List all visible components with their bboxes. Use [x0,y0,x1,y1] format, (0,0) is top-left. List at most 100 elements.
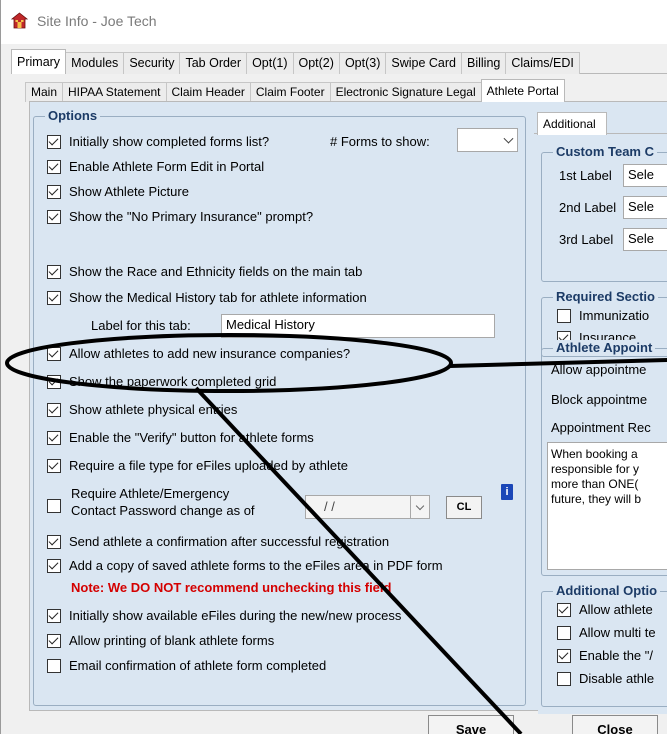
allow-printing-blank-label: Allow printing of blank athlete forms [69,633,275,648]
email-confirmation-checkbox[interactable] [47,658,61,673]
allow-add-insurance-label: Allow athletes to add new insurance comp… [69,346,351,361]
close-button[interactable]: Close [572,715,658,734]
warning-note: Note: We DO NOT recommend unchecking thi… [71,580,392,595]
add-copy-saved-forms-checkbox[interactable] [47,558,61,573]
primary-tab-strip: Primary Modules Security Tab Order Opt(1… [11,49,667,74]
allow-add-insurance-row[interactable]: Allow athletes to add new insurance comp… [47,346,350,361]
initially-show-completed-row[interactable]: Initially show completed forms list? [47,134,269,149]
send-confirmation-label: Send athlete a confirmation after succes… [69,534,390,549]
enable-verify-button-checkbox[interactable] [47,430,61,445]
appointment-text-line: future, they will b [551,492,642,506]
allow-multi-checkbox[interactable] [557,625,571,640]
site-info-window: Site Info - Joe Tech Primary Modules Sec… [0,0,667,734]
initially-show-completed-checkbox[interactable] [47,134,61,149]
tab-billing[interactable]: Billing [461,52,507,74]
tab-claim-header[interactable]: Claim Header [165,82,251,102]
appointment-text-line: more than ONE( [551,477,639,491]
show-paperwork-grid-label: Show the paperwork completed grid [69,374,277,389]
require-password-change-checkbox[interactable] [47,499,61,513]
enable-verify-button-label: Enable the "Verify" button for athlete f… [69,430,314,445]
tab-opt1[interactable]: Opt(1) [246,52,294,74]
initially-show-completed-label: Initially show completed forms list? [69,134,270,149]
tab-primary[interactable]: Primary [11,49,67,74]
show-paperwork-grid-checkbox[interactable] [47,374,61,389]
show-race-ethnicity-row[interactable]: Show the Race and Ethnicity fields on th… [47,264,362,279]
show-physical-entries-row[interactable]: Show athlete physical entries [47,402,237,417]
allow-add-insurance-checkbox[interactable] [47,346,61,361]
immunization-row[interactable]: Immunizatio [557,308,649,323]
tab-security[interactable]: Security [123,52,181,74]
show-no-primary-insurance-row[interactable]: Show the "No Primary Insurance" prompt? [47,209,313,224]
label-for-tab-label: Label for this tab: [91,318,191,333]
show-physical-entries-checkbox[interactable] [47,402,61,417]
enable-the-label: Enable the "/ [579,648,654,663]
require-file-type-row[interactable]: Require a file type for eFiles uploaded … [47,458,348,473]
tab-tab-order[interactable]: Tab Order [179,52,248,74]
email-confirmation-row[interactable]: Email confirmation of athlete form compl… [47,658,326,673]
first-label-select-value: Sele [628,167,655,182]
tab-modules[interactable]: Modules [65,52,125,74]
disable-athlete-checkbox[interactable] [557,671,571,686]
initially-show-efiles-checkbox[interactable] [47,608,61,623]
initially-show-efiles-row[interactable]: Initially show available eFiles during t… [47,608,401,623]
third-label-select[interactable]: Sele [623,228,667,251]
show-athlete-picture-label: Show Athlete Picture [69,184,189,199]
show-race-ethnicity-label: Show the Race and Ethnicity fields on th… [69,264,363,279]
tab-claim-footer[interactable]: Claim Footer [249,82,331,102]
appointment-text-area[interactable]: When booking a responsible for y more th… [547,442,667,570]
enable-the-checkbox[interactable] [557,648,571,663]
show-race-ethnicity-checkbox[interactable] [47,264,61,279]
tab-main[interactable]: Main [25,82,64,102]
enable-athlete-form-edit-row[interactable]: Enable Athlete Form Edit in Portal [47,159,264,174]
show-athlete-picture-row[interactable]: Show Athlete Picture [47,184,189,199]
require-file-type-checkbox[interactable] [47,458,61,473]
tab-additional[interactable]: Additional [537,112,607,135]
info-book-icon[interactable]: i [501,484,513,500]
show-medical-history-row[interactable]: Show the Medical History tab for athlete… [47,290,367,305]
tab-electronic-signature-legal[interactable]: Electronic Signature Legal [329,82,482,102]
show-medical-history-checkbox[interactable] [47,290,61,305]
first-label-select[interactable]: Sele [623,164,667,187]
add-copy-saved-forms-row[interactable]: Add a copy of saved athlete forms to the… [47,558,443,573]
label-for-tab-input[interactable]: Medical History [221,314,495,338]
additional-options-title: Additional Optio [553,583,661,598]
enable-athlete-form-edit-label: Enable Athlete Form Edit in Portal [69,159,265,174]
allow-printing-blank-checkbox[interactable] [47,633,61,648]
show-no-primary-insurance-checkbox[interactable] [47,209,61,224]
show-medical-history-label: Show the Medical History tab for athlete… [69,290,367,305]
allow-multi-row[interactable]: Allow multi te [557,625,656,640]
tab-opt3[interactable]: Opt(3) [338,52,387,74]
enable-verify-button-row[interactable]: Enable the "Verify" button for athlete f… [47,430,314,445]
first-label-text: 1st Label [559,168,612,183]
forms-to-show-label: # Forms to show: [330,134,430,149]
right-tab-strip: Additional [534,112,667,135]
tab-athlete-portal[interactable]: Athlete Portal [480,79,565,102]
allow-athlete-checkbox[interactable] [557,602,571,617]
athlete-appointments-title: Athlete Appoint [553,340,656,355]
disable-athlete-label: Disable athle [579,671,655,686]
second-label-select[interactable]: Sele [623,196,667,219]
add-copy-saved-forms-label: Add a copy of saved athlete forms to the… [69,558,443,573]
tab-hipaa-statement[interactable]: HIPAA Statement [62,82,167,102]
enable-the-row[interactable]: Enable the "/ [557,648,653,663]
allow-printing-blank-row[interactable]: Allow printing of blank athlete forms [47,633,274,648]
cl-button[interactable]: CL [446,496,482,519]
send-confirmation-checkbox[interactable] [47,534,61,549]
date-picker-button[interactable] [410,495,430,519]
show-physical-entries-label: Show athlete physical entries [69,402,238,417]
immunization-checkbox[interactable] [557,308,571,323]
tab-claims-edi[interactable]: Claims/EDI [505,52,580,74]
password-change-date-input[interactable]: / / [305,495,411,519]
tab-opt2[interactable]: Opt(2) [292,52,340,74]
save-button[interactable]: Save [428,715,514,734]
forms-to-show-dropdown[interactable] [457,128,518,152]
allow-athlete-row[interactable]: Allow athlete [557,602,653,617]
show-athlete-picture-checkbox[interactable] [47,184,61,199]
show-paperwork-grid-row[interactable]: Show the paperwork completed grid [47,374,276,389]
app-house-icon [11,12,28,29]
disable-athlete-row[interactable]: Disable athle [557,671,654,686]
send-confirmation-row[interactable]: Send athlete a confirmation after succes… [47,534,389,549]
require-password-change-row[interactable] [47,499,69,513]
enable-athlete-form-edit-checkbox[interactable] [47,159,61,174]
tab-swipe-card[interactable]: Swipe Card [385,52,462,74]
